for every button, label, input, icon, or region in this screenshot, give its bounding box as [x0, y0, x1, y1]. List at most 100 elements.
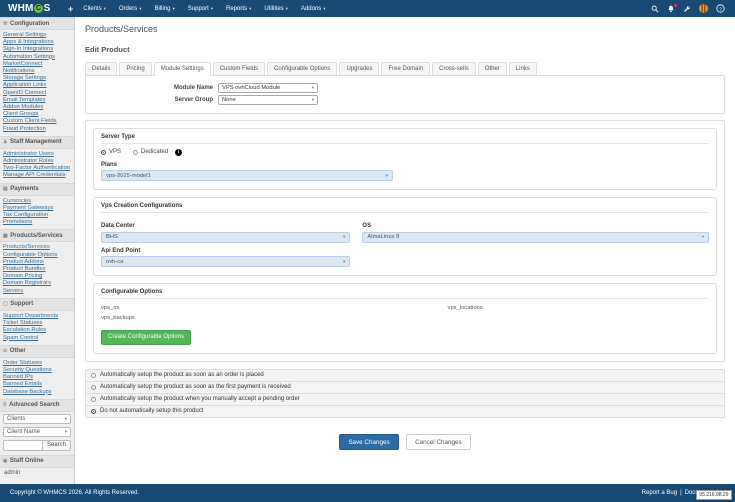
module-name-select[interactable]: VPS ovhCloud Module ▾ — [218, 83, 318, 93]
setup-option-row[interactable]: Automatically setup the product as soon … — [86, 382, 724, 394]
wrench-icon: ⚒ — [3, 21, 7, 27]
sidebar-link[interactable]: Spam Control — [3, 335, 71, 342]
whmcs-logo[interactable]: WHMCS — [0, 3, 62, 14]
sidebar-search-button[interactable]: Search — [43, 440, 71, 451]
sidebar-link[interactable]: Storage Settings — [3, 75, 71, 82]
report-bug-link[interactable]: Report a Bug — [642, 490, 677, 496]
search-type-value: Clients — [7, 416, 25, 422]
sidebar-link[interactable]: Sign-In Integrations — [3, 46, 71, 53]
topnav-menu-label: Orders — [119, 6, 137, 12]
sidebar-link[interactable]: Manage API Credentials — [3, 172, 71, 179]
sidebar-link[interactable]: Administrator Users — [3, 151, 71, 158]
search-type-select[interactable]: Clients ▾ — [3, 414, 71, 424]
tab[interactable]: Other — [478, 62, 507, 76]
sidebar-link[interactable]: Promotions — [3, 219, 71, 226]
sidebar-link[interactable]: Application Links — [3, 82, 71, 89]
sidebar-search-input[interactable] — [3, 440, 43, 451]
sidebar-link[interactable]: Tax Configuration — [3, 212, 71, 219]
sidebar-link[interactable]: Servers — [3, 288, 71, 295]
topnav-menu-label: Support — [188, 6, 209, 12]
sidebar-link[interactable]: Currencies — [3, 198, 71, 205]
sidebar-link[interactable]: Ticket Statuses — [3, 320, 71, 327]
info-icon[interactable]: i — [175, 149, 182, 156]
staff-online-user[interactable]: admin — [0, 468, 74, 478]
plans-select[interactable]: vps-2025-model1 ▾ — [101, 170, 393, 181]
sidebar-link[interactable]: General Settings — [3, 32, 71, 39]
notifications-bell-icon[interactable] — [667, 5, 675, 13]
sidebar-link[interactable]: Client Groups — [3, 111, 71, 118]
quick-add-button[interactable]: + — [68, 4, 73, 14]
sidebar-link[interactable]: Order Statuses — [3, 360, 71, 367]
topnav-menu[interactable]: Utilities ▾ — [264, 6, 288, 12]
tab[interactable]: Module Settings — [154, 62, 211, 76]
setup-option-row[interactable]: Automatically setup the product when you… — [86, 394, 724, 406]
search-icon[interactable] — [651, 5, 659, 13]
chevron-down-icon: ▾ — [104, 6, 106, 12]
sidebar-link[interactable]: Fraud Protection — [3, 126, 71, 133]
topnav-menu[interactable]: Clients ▾ — [83, 6, 106, 12]
sidebar-link[interactable]: Domain Pricing — [3, 273, 71, 280]
cancel-changes-button[interactable]: Cancel Changes — [406, 434, 471, 450]
sidebar-link[interactable]: Support Departments — [3, 313, 71, 320]
sidebar-link[interactable]: Custom Client Fields — [3, 118, 71, 125]
sidebar-link[interactable]: Database Backups — [3, 389, 71, 396]
sidebar-link[interactable]: Automation Settings — [3, 54, 71, 61]
create-configurable-options-button[interactable]: Create Configurable Options — [101, 330, 191, 345]
setup-option-label: Automatically setup the product as soon … — [100, 384, 291, 390]
sidebar-link[interactable]: Escalation Rules — [3, 327, 71, 334]
save-changes-button[interactable]: Save Changes — [339, 434, 398, 450]
product-tabs: Details Pricing Module Settings Custom F… — [85, 62, 725, 76]
vps-radio[interactable] — [101, 150, 106, 155]
tab[interactable]: Cross-sells — [432, 62, 476, 76]
sidebar-link[interactable]: Product Bundles — [3, 266, 71, 273]
search-field-select[interactable]: Client Name ▾ — [3, 427, 71, 437]
user-avatar[interactable] — [699, 4, 708, 13]
sidebar-link[interactable]: Domain Registrars — [3, 280, 71, 287]
tab[interactable]: Free Domain — [381, 62, 430, 76]
sidebar-link[interactable]: Products/Services — [3, 244, 71, 251]
configurable-option-name: vps_backups — [101, 314, 448, 324]
sidebar-link[interactable]: Apps & Integrations — [3, 39, 71, 46]
sidebar-link[interactable]: Addon Modules — [3, 104, 71, 111]
setup-option-label: Automatically setup the product as soon … — [100, 372, 264, 378]
setup-option-row[interactable]: Automatically setup the product as soon … — [86, 370, 724, 382]
sidebar-link[interactable]: OpenID Connect — [3, 90, 71, 97]
configurable-option-name: vps_os — [101, 304, 448, 314]
sidebar-link[interactable]: Notifications — [3, 68, 71, 75]
sidebar-link[interactable]: Banned Emails — [3, 381, 71, 388]
sidebar-link[interactable]: MarketConnect — [3, 61, 71, 68]
staff-management-links: Administrator UsersAdministrator RolesTw… — [0, 149, 74, 183]
tab[interactable]: Custom Fields — [213, 62, 265, 76]
sidebar-link[interactable]: Security Questions — [3, 367, 71, 374]
radio-icon[interactable] — [91, 409, 96, 414]
tab[interactable]: Details — [85, 62, 117, 76]
server-group-select[interactable]: None ▾ — [218, 95, 318, 105]
sidebar-link[interactable]: Payment Gateways — [3, 205, 71, 212]
tab[interactable]: Configurable Options — [267, 62, 337, 76]
sidebar-link[interactable]: Banned IPs — [3, 374, 71, 381]
sidebar-link[interactable]: Two-Factor Authentication — [3, 165, 71, 172]
os-select[interactable]: AlmaLinux 8 ▾ — [362, 232, 709, 243]
sidebar-link[interactable]: Configurable Options — [3, 252, 71, 259]
setup-option-row[interactable]: Do not automatically setup this product — [86, 406, 724, 417]
topnav-menu[interactable]: Support ▾ — [188, 6, 213, 12]
tab[interactable]: Upgrades — [339, 62, 379, 76]
dedicated-radio[interactable] — [133, 150, 138, 155]
sidebar-section-title: Other — [10, 348, 26, 354]
topnav-menu[interactable]: Addons ▾ — [301, 6, 326, 12]
tab[interactable]: Pricing — [119, 62, 151, 76]
sidebar-link[interactable]: Product Addons — [3, 259, 71, 266]
help-icon[interactable]: ? — [716, 4, 725, 13]
topnav-menu[interactable]: Orders ▾ — [119, 6, 142, 12]
sidebar-link[interactable]: Email Templates — [3, 97, 71, 104]
tab[interactable]: Links — [509, 62, 537, 76]
data-center-select[interactable]: BHS ▾ — [101, 232, 350, 243]
radio-icon[interactable] — [91, 385, 96, 390]
topnav-menu[interactable]: Billing ▾ — [154, 6, 174, 12]
wrench-icon[interactable] — [683, 5, 691, 13]
topnav-menu[interactable]: Reports ▾ — [226, 6, 251, 12]
sidebar-link[interactable]: Administrator Roles — [3, 158, 71, 165]
api-endpoint-select[interactable]: ovh-ca ▾ — [101, 256, 350, 267]
radio-icon[interactable] — [91, 373, 96, 378]
radio-icon[interactable] — [91, 397, 96, 402]
